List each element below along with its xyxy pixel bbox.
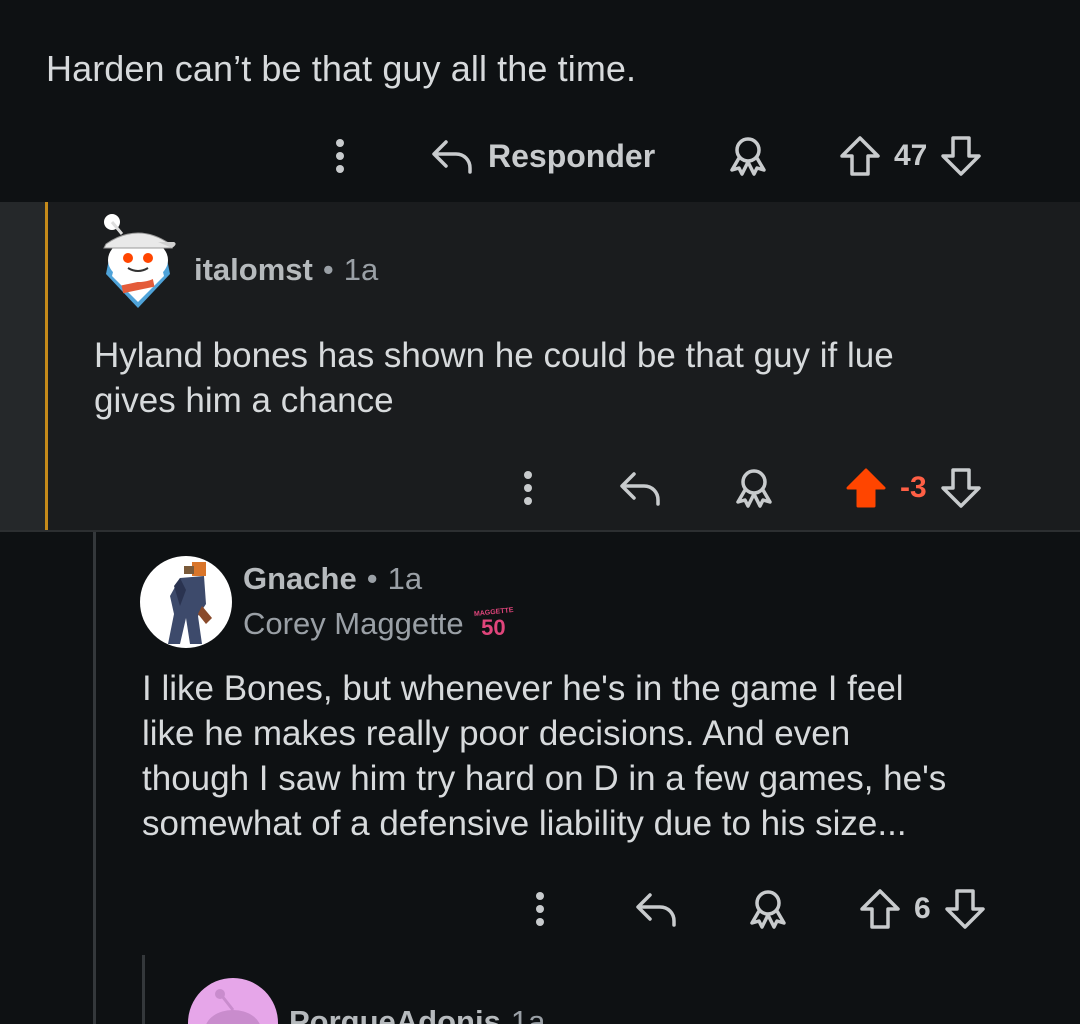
reply-arrow-icon[interactable] — [618, 468, 662, 508]
more-vertical-icon[interactable] — [530, 892, 550, 926]
comment-actions: Responder 47 — [330, 130, 1030, 182]
comment-age: 1a — [510, 1004, 546, 1024]
avatar[interactable] — [188, 978, 278, 1024]
more-vertical-icon[interactable] — [518, 471, 538, 505]
upvote-arrow-icon[interactable] — [858, 887, 902, 931]
top-comment: Harden can’t be that guy all the time. R… — [0, 0, 1080, 202]
comment-header: italomst • 1a — [194, 252, 378, 288]
comment-line: I like Bones, but whenever he's in the g… — [142, 669, 904, 708]
upvote-arrow-icon[interactable] — [838, 134, 882, 178]
award-icon[interactable] — [726, 134, 770, 178]
vote-count: -3 — [900, 471, 927, 504]
downvote-arrow-icon[interactable] — [943, 887, 987, 931]
comment-header: Gnache • 1a — [243, 561, 422, 597]
reply-label: Responder — [488, 137, 656, 174]
comment-line: Hyland bones has shown he could be that … — [94, 336, 894, 375]
thread-line[interactable] — [142, 955, 145, 1024]
reply-arrow-icon[interactable] — [634, 889, 678, 929]
separator-dot: • — [366, 561, 378, 596]
vote-control: 47 — [838, 134, 983, 178]
user-flair: Corey Maggette MAGGETTE 50 — [243, 606, 513, 642]
divider — [0, 530, 1080, 532]
comment-actions: 6 — [530, 883, 1030, 935]
flair-badge: MAGGETTE 50 — [473, 607, 513, 640]
reply-arrow-icon — [432, 140, 472, 174]
flair-badge-number: 50 — [481, 615, 506, 640]
comment-line: though I saw him try hard on D in a few … — [142, 759, 947, 798]
award-icon[interactable] — [732, 466, 776, 510]
thread-highlight-line — [45, 202, 48, 531]
comment-header: PorqueAdonis 1a — [289, 1004, 545, 1024]
separator-dot: • — [322, 252, 334, 287]
thread-line[interactable] — [93, 532, 96, 1024]
comment-line: like he makes really poor decisions. And… — [142, 714, 851, 753]
vote-count: 6 — [914, 892, 931, 925]
vote-control: 6 — [858, 887, 987, 931]
comment-body: Harden can’t be that guy all the time. — [46, 48, 637, 89]
comment-line: gives him a chance — [94, 381, 394, 420]
comment-line: somewhat of a defensive liability due to… — [142, 804, 907, 843]
username[interactable]: Gnache — [243, 561, 357, 597]
username[interactable]: italomst — [194, 252, 313, 288]
comment-actions: -3 — [518, 462, 1038, 514]
comment-age: 1a — [343, 252, 379, 287]
upvote-arrow-icon[interactable] — [844, 466, 888, 510]
reply-button[interactable]: Responder — [430, 136, 655, 176]
more-vertical-icon[interactable] — [330, 139, 350, 173]
vote-count: 47 — [894, 139, 928, 172]
comments-screen: Harden can’t be that guy all the time. R… — [0, 0, 1080, 1024]
vote-control: -3 — [844, 466, 983, 510]
award-icon[interactable] — [746, 887, 790, 931]
comment-body: Hyland bones has shown he could be that … — [94, 333, 1054, 423]
avatar[interactable] — [140, 556, 232, 648]
downvote-arrow-icon[interactable] — [939, 134, 983, 178]
thread-rail — [0, 202, 46, 531]
comment-age: 1a — [387, 561, 423, 596]
avatar[interactable] — [98, 212, 178, 312]
reply-comment-italomst: italomst • 1a Hyland bones has shown he … — [0, 202, 1080, 531]
comment-body: I like Bones, but whenever he's in the g… — [142, 666, 1062, 846]
flair-text: Corey Maggette — [243, 606, 464, 641]
downvote-arrow-icon[interactable] — [939, 466, 983, 510]
username[interactable]: PorqueAdonis — [289, 1004, 501, 1024]
